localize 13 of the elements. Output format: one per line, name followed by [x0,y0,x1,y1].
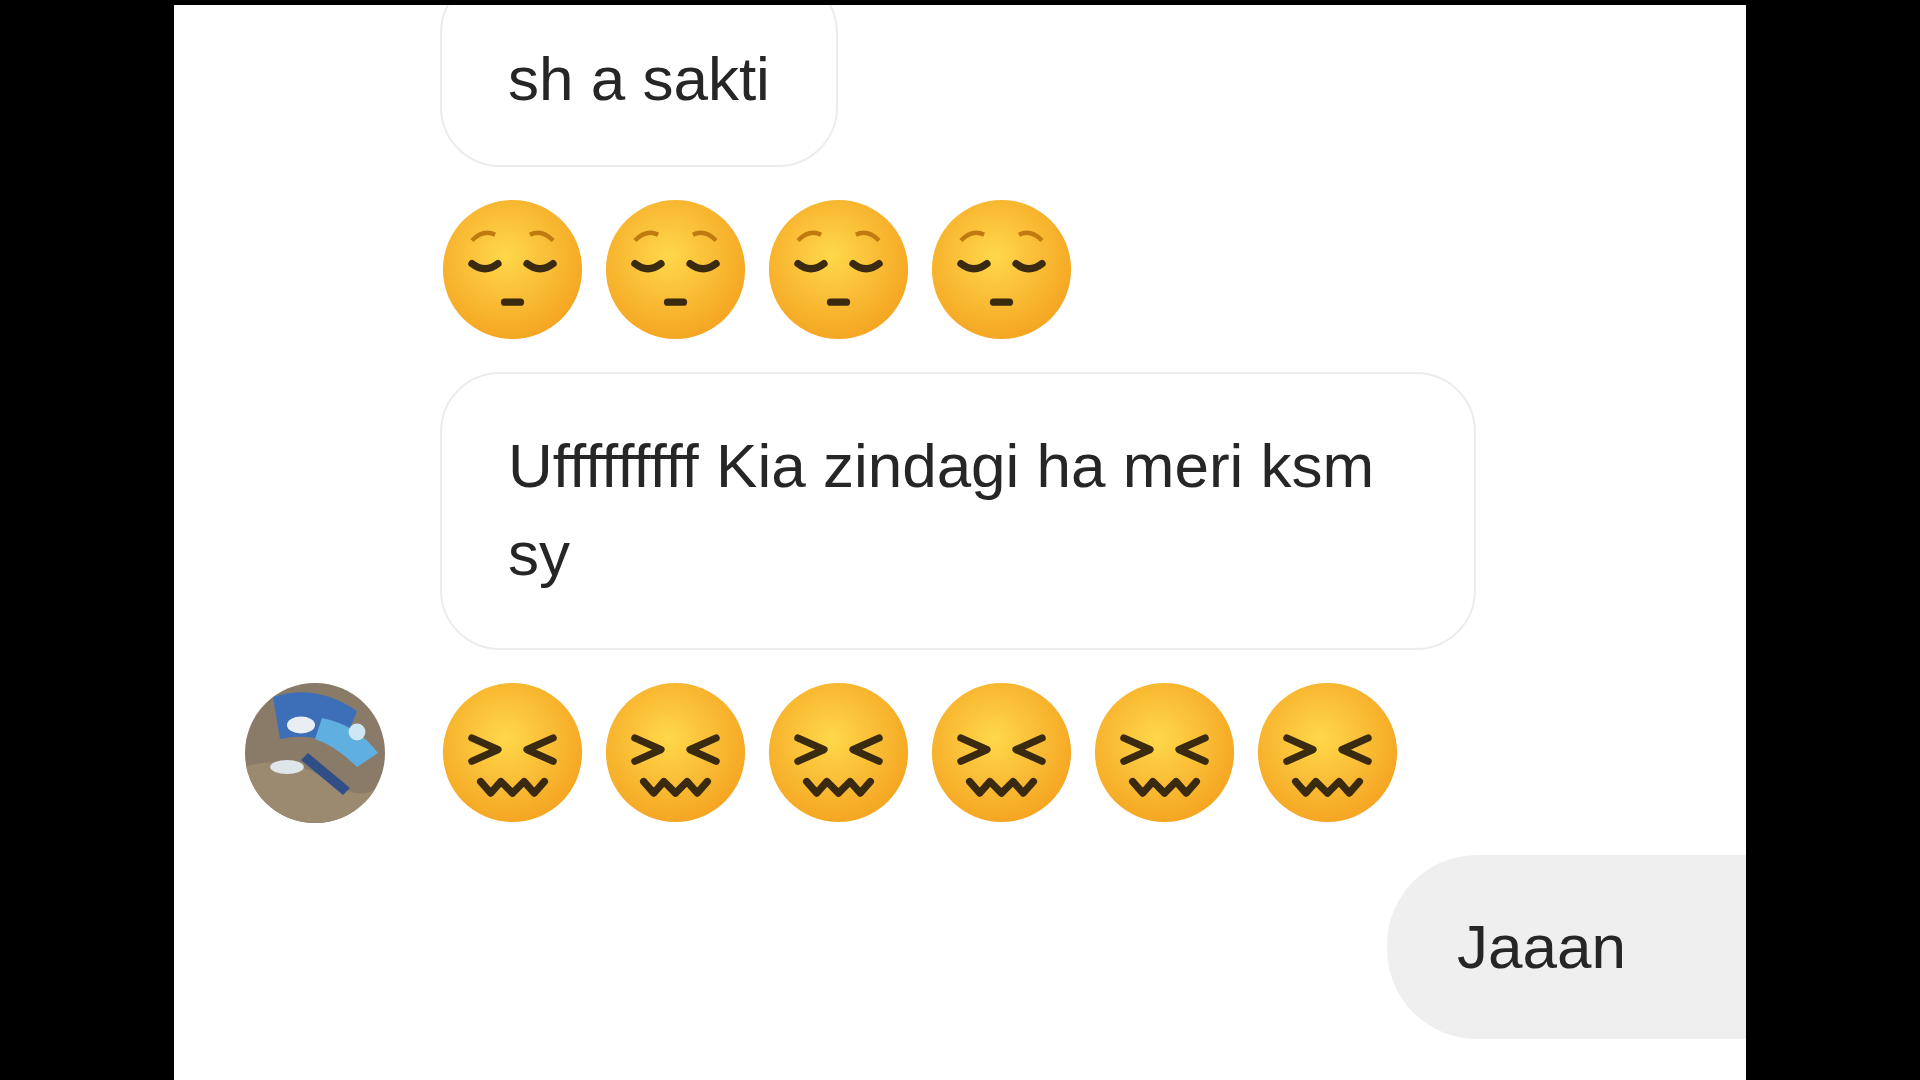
confounded-face-icon [929,680,1074,825]
pensive-face-icon [440,197,585,342]
confounded-face-icon [766,680,911,825]
confounded-face-icon [603,680,748,825]
pensive-face-icon [766,197,911,342]
pensive-face-icon [929,197,1074,342]
message-bubble: Jaaan [1387,855,1746,1039]
confounded-face-icon [1092,680,1237,825]
confounded-face-icon [1255,680,1400,825]
message-bubble: Ufffffffff Kia zindagi ha meri ksm sy [440,372,1476,650]
pensive-face-icon [603,197,748,342]
message-bubble: sh a sakti [440,5,838,167]
confounded-face-icon [440,680,585,825]
